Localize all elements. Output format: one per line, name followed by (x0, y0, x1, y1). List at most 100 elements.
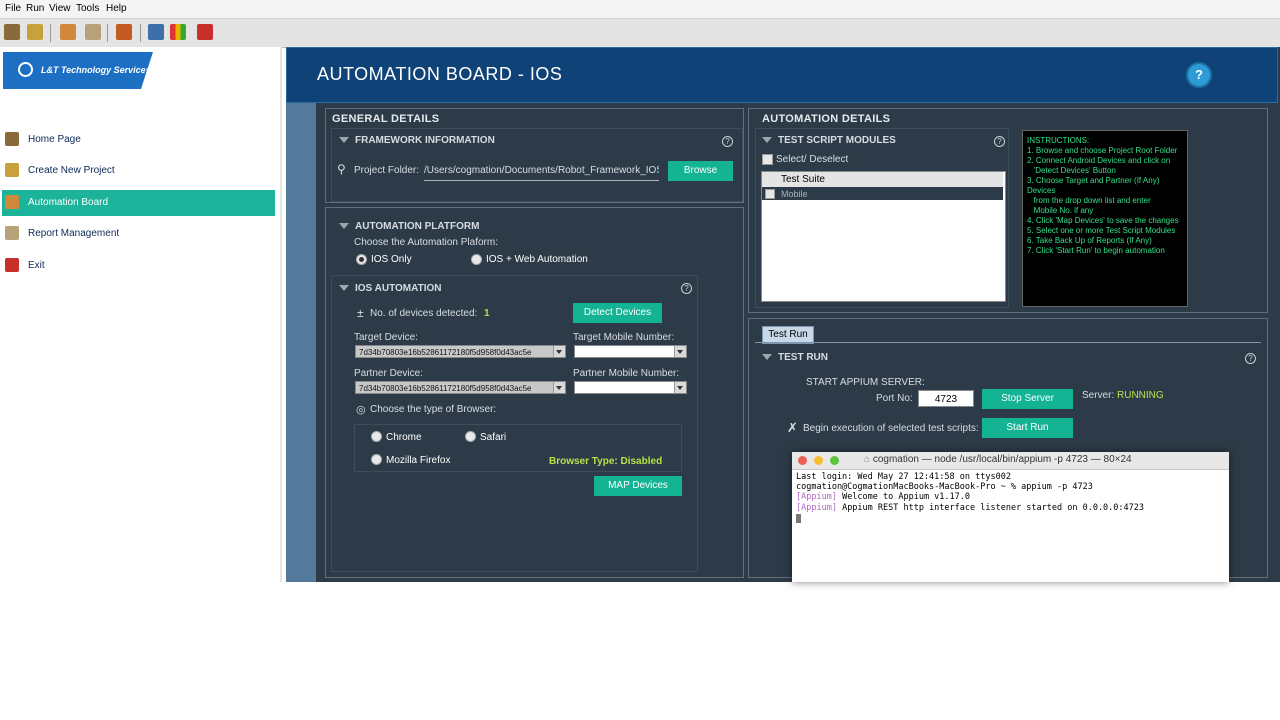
sidebar-item-label: Automation Board (28, 197, 109, 208)
menu-tools[interactable]: Tools (76, 3, 99, 14)
begin-execution-label: Begin execution of selected test scripts… (803, 423, 979, 434)
terminal-line: cogmation@CogmationMacBooks-MacBook-Pro … (796, 482, 1093, 492)
home-folder-icon: ⌂ (864, 454, 871, 465)
instruction-line: 'Detect Devices' Button (1027, 166, 1116, 175)
devices-detected-label: No. of devices detected: (370, 308, 478, 319)
instruction-line: 6. Take Back Up of Reports (If Any) (1027, 236, 1152, 245)
help-icon[interactable]: ? (681, 283, 692, 294)
bar-chart-icon[interactable] (170, 24, 186, 40)
instruction-line: 2. Connect Android Devices and click on (1027, 156, 1171, 165)
partner-mobile-label: Partner Mobile Number: (573, 368, 680, 379)
stop-server-button[interactable]: Stop Server (982, 389, 1073, 409)
test-run-title: TEST RUN (762, 352, 828, 363)
run-icon: ✗ (787, 420, 798, 435)
radio-ios-web[interactable] (471, 254, 482, 265)
row-checkbox[interactable] (765, 189, 775, 199)
project-folder-label: Project Folder: (354, 165, 420, 176)
instruction-line: 1. Browse and choose Project Root Folder (1027, 146, 1178, 155)
automation-icon[interactable] (60, 24, 76, 40)
radio-chrome[interactable] (371, 431, 382, 442)
sidebar-item-label: Report Management (28, 228, 120, 239)
browse-button[interactable]: Browse (668, 161, 733, 181)
menu-run[interactable]: Run (26, 3, 44, 14)
device-icon: ± (357, 306, 364, 320)
help-icon[interactable]: ? (1188, 64, 1210, 86)
logo-icon (18, 62, 33, 77)
exit-icon (5, 258, 19, 272)
toolbar (0, 18, 1280, 48)
automation-details-title: AUTOMATION DETAILS (762, 113, 891, 125)
instruction-line: 4. Click 'Map Devices' to save the chang… (1027, 216, 1179, 225)
sidebar-item-create-project[interactable]: Create New Project (2, 158, 275, 184)
globe-icon: ◎ (356, 404, 366, 416)
terminal-titlebar[interactable]: ⌂ cogmation — node /usr/local/bin/appium… (792, 452, 1229, 470)
radio-ios-only[interactable] (356, 254, 367, 265)
sidebar-item-home[interactable]: Home Page (2, 127, 275, 153)
menu-file[interactable]: File (5, 3, 21, 14)
sidebar-item-report-management[interactable]: Report Management (2, 221, 275, 247)
toolbar-separator (50, 24, 51, 42)
ios-automation-title: IOS AUTOMATION (339, 283, 441, 294)
minimize-icon[interactable] (814, 456, 823, 465)
sidebar-item-label: Exit (28, 260, 45, 271)
sidebar-item-label: Home Page (28, 134, 81, 145)
terminal-line: [Appium] Welcome to Appium v1.17.0 (796, 492, 971, 502)
target-mobile-label: Target Mobile Number: (573, 332, 675, 343)
collapse-icon[interactable] (339, 285, 349, 292)
maximize-icon[interactable] (830, 456, 839, 465)
new-project-icon[interactable] (27, 24, 43, 40)
help-icon[interactable]: ? (1245, 353, 1256, 364)
instruction-line: 7. Click 'Start Run' to begin automation (1027, 246, 1165, 255)
sidebar-item-automation-board[interactable]: Automation Board (2, 190, 275, 216)
chevron-down-icon[interactable] (553, 346, 565, 357)
terminal-line: Last login: Wed May 27 12:41:58 on ttys0… (796, 472, 1011, 482)
exit-icon[interactable] (197, 24, 213, 40)
sidebar-item-exit[interactable]: Exit (2, 253, 275, 279)
left-strip (286, 103, 316, 582)
collapse-icon[interactable] (339, 137, 349, 144)
menu-view[interactable]: View (49, 3, 71, 14)
report-icon[interactable] (85, 24, 101, 40)
port-input[interactable]: 4723 (918, 390, 974, 407)
terminal-cursor (796, 514, 801, 523)
toolbar-separator (140, 24, 141, 42)
instruction-line: 5. Select one or more Test Script Module… (1027, 226, 1176, 235)
ios-web-label: IOS + Web Automation (486, 254, 588, 265)
start-server-label: START APPIUM SERVER: (806, 377, 925, 388)
chevron-down-icon[interactable] (553, 382, 565, 393)
target-device-label: Target Device: (354, 332, 418, 343)
new-project-icon (5, 163, 19, 177)
partner-mobile-input[interactable] (574, 381, 687, 394)
safari-label: Safari (480, 432, 507, 443)
target-mobile-input[interactable] (574, 345, 687, 358)
collapse-icon[interactable] (762, 354, 772, 361)
radio-safari[interactable] (465, 431, 476, 442)
instructions-text: INSTRUCTIONS: 1. Browse and choose Projec… (1027, 136, 1187, 256)
close-icon[interactable] (798, 456, 807, 465)
radio-firefox[interactable] (371, 454, 382, 465)
instruction-line: 3. Choose Target and Partner (If Any) De… (1027, 176, 1162, 195)
collapse-icon[interactable] (762, 137, 772, 144)
table-icon[interactable] (148, 24, 164, 40)
logo-text: L&T Technology Services (41, 65, 151, 75)
select-all-checkbox[interactable] (762, 154, 773, 165)
page-title: AUTOMATION BOARD - IOS (317, 64, 563, 84)
help-icon[interactable]: ? (994, 136, 1005, 147)
platform-prompt: Choose the Automation Plaform: (354, 237, 498, 248)
help-icon[interactable]: ? (722, 136, 733, 147)
instruction-line: INSTRUCTIONS: (1027, 136, 1090, 145)
chevron-down-icon[interactable] (674, 346, 686, 357)
detect-devices-button[interactable]: Detect Devices (573, 303, 662, 323)
partner-device-label: Partner Device: (354, 368, 423, 379)
partner-device-select[interactable]: 7d34b70803e16b52861172180f5d958f0d43ac5e (355, 381, 566, 394)
collapse-icon[interactable] (339, 223, 349, 230)
script-icon[interactable] (116, 24, 132, 40)
chevron-down-icon[interactable] (674, 382, 686, 393)
project-folder-input[interactable]: /Users/cogmation/Documents/Robot_Framewo… (424, 165, 659, 181)
map-devices-button[interactable]: MAP Devices (594, 476, 682, 496)
menu-help[interactable]: Help (106, 3, 127, 14)
devices-count: 1 (484, 308, 490, 319)
target-device-select[interactable]: 7d34b70803e16b52861172180f5d958f0d43ac5e (355, 345, 566, 358)
home-icon[interactable] (4, 24, 20, 40)
start-run-button[interactable]: Start Run (982, 418, 1073, 438)
